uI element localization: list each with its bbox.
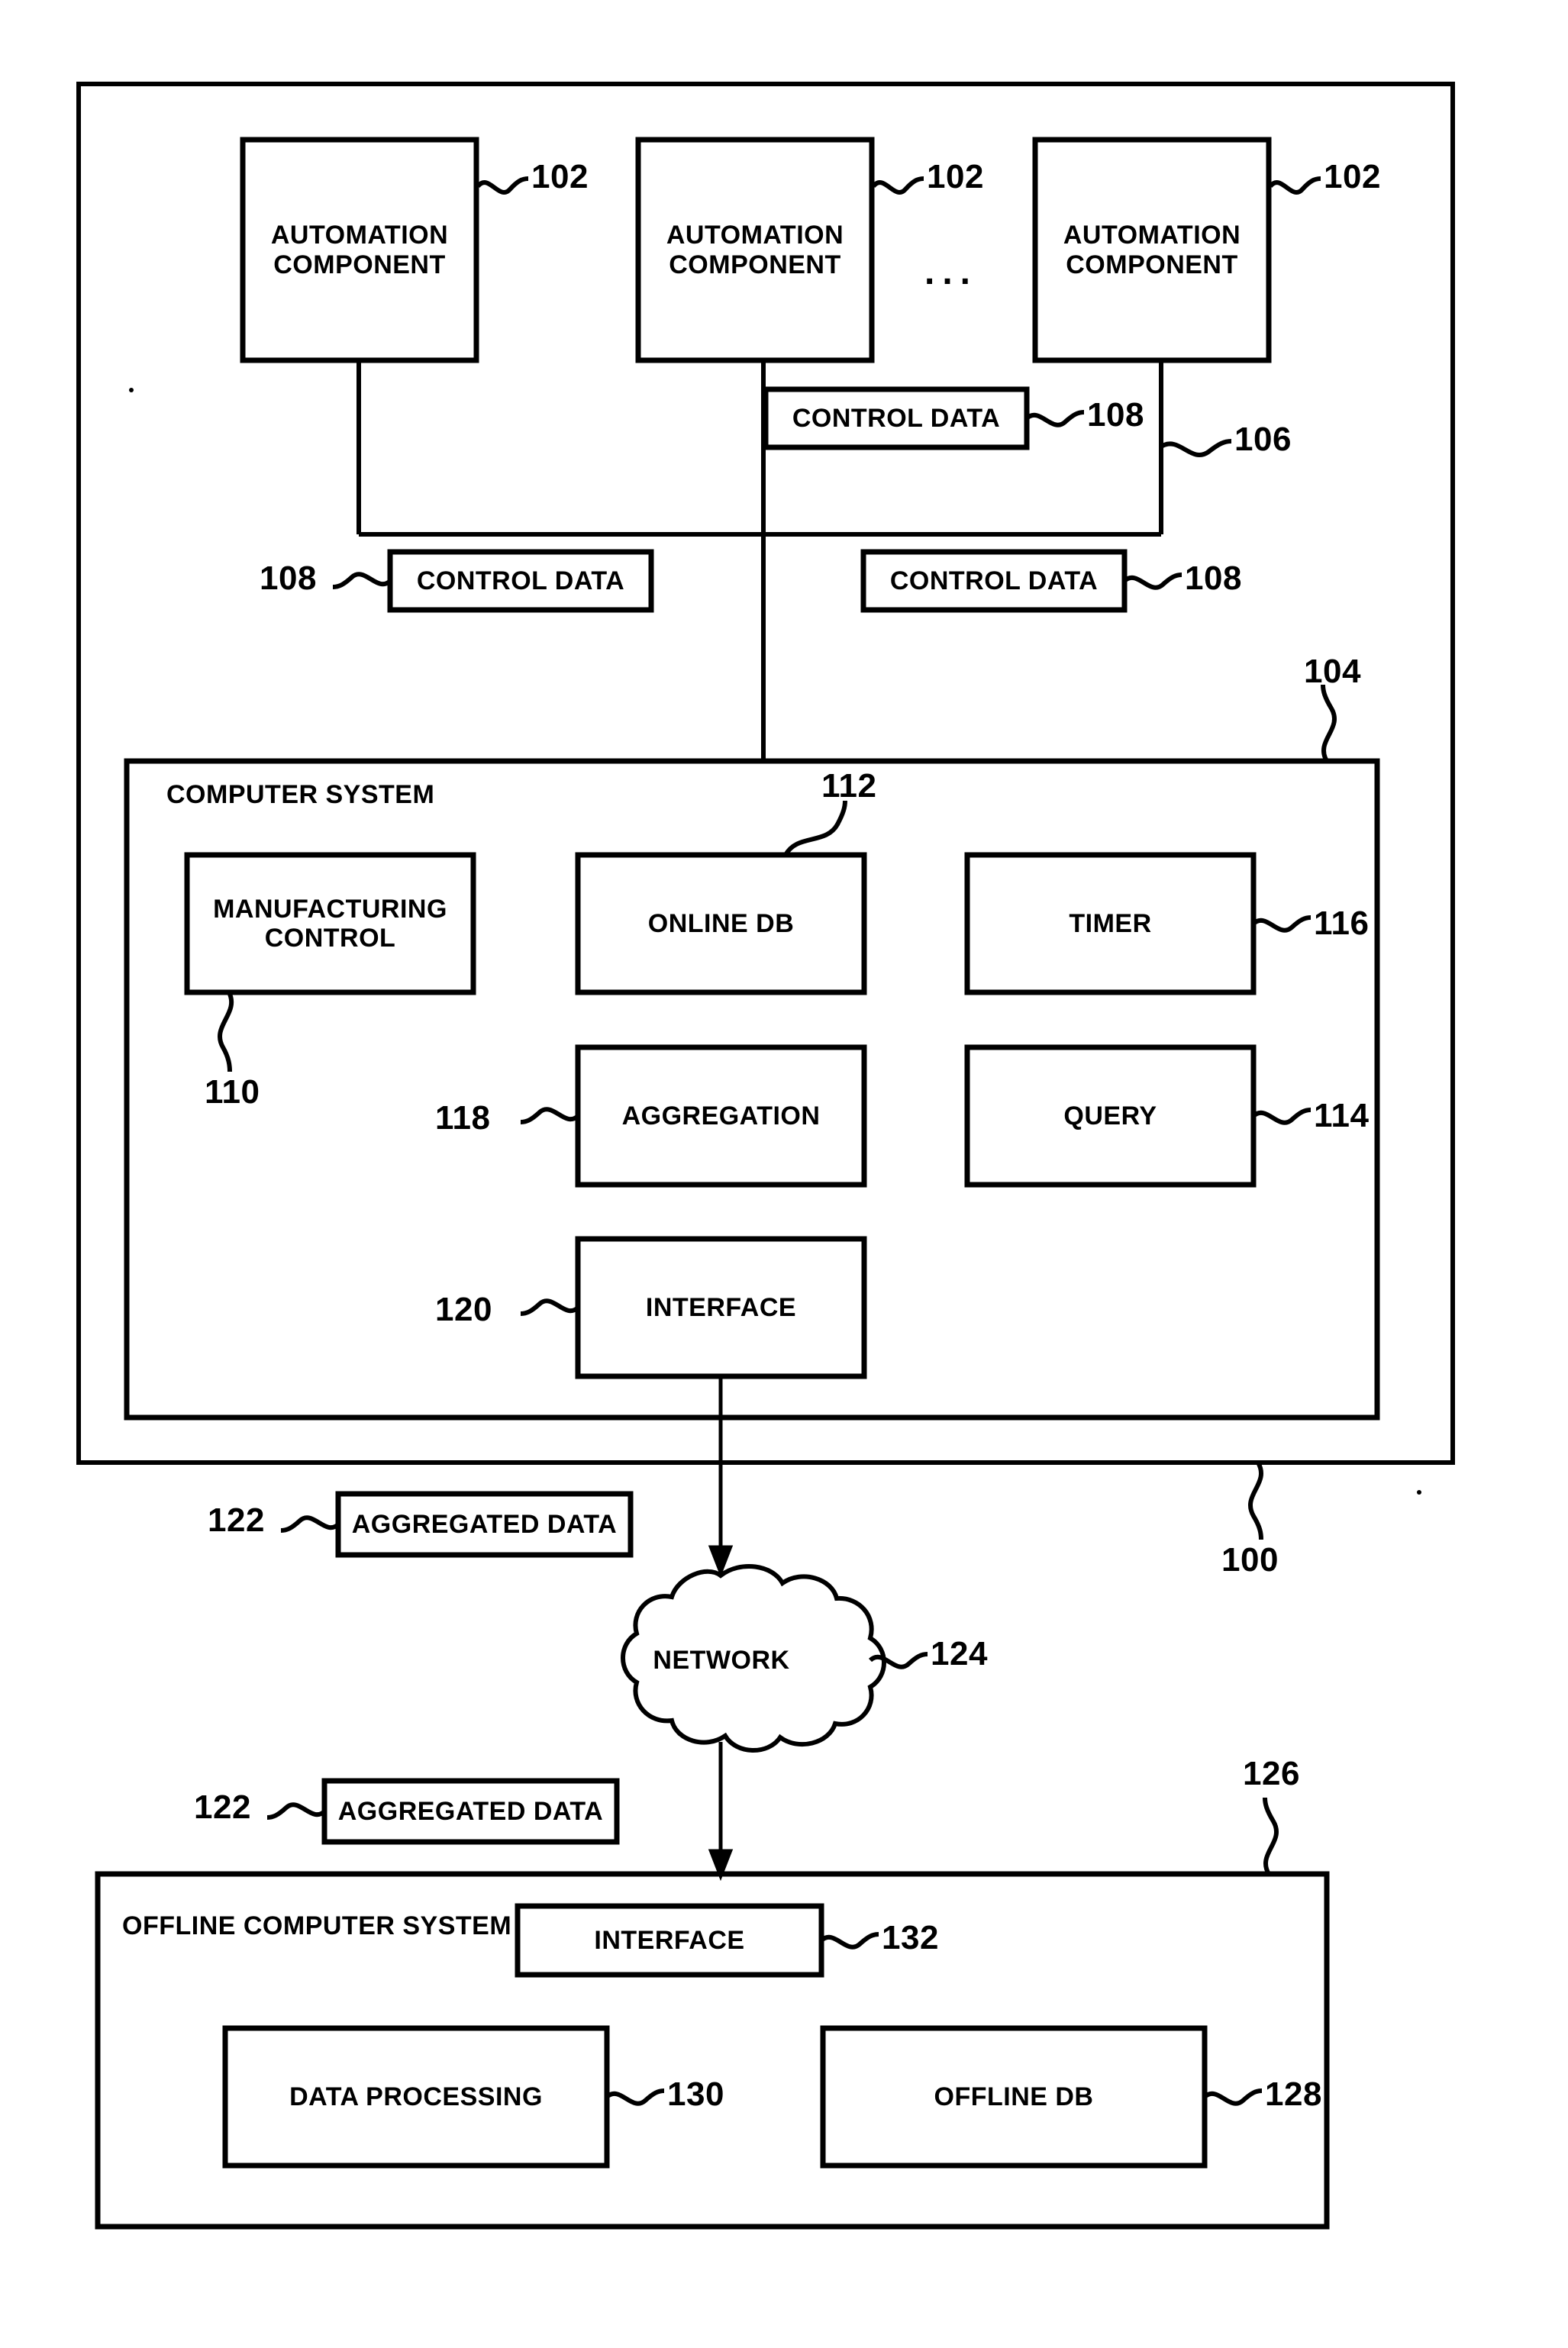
control-data-text-left: CONTROL DATA xyxy=(416,566,625,595)
ref-number-100: 100 xyxy=(1221,1541,1279,1579)
leader-118 xyxy=(520,1107,580,1124)
leader-128 xyxy=(1202,2088,1263,2106)
control-data-label-top: CONTROL DATA xyxy=(766,389,1027,447)
leader-110 xyxy=(218,991,234,1072)
ref-number-130: 130 xyxy=(667,2075,724,2113)
ref-number-122-lower: 122 xyxy=(194,1788,251,1826)
automation-component-label-3: AUTOMATION COMPONENT xyxy=(1035,140,1269,360)
data-processing-label: DATA PROCESSING xyxy=(225,2028,607,2166)
automation-component-text-2: AUTOMATION COMPONENT xyxy=(666,221,844,279)
ref-number-110: 110 xyxy=(205,1073,260,1111)
leader-104 xyxy=(1321,684,1337,763)
online-db-label: ONLINE DB xyxy=(578,855,864,992)
leader-112 xyxy=(783,800,847,856)
aggregated-data-label-upper: AGGREGATED DATA xyxy=(338,1494,631,1555)
offline-db-text: OFFLINE DB xyxy=(934,2082,1094,2111)
online-db-text: ONLINE DB xyxy=(647,908,795,938)
network-text: NETWORK xyxy=(653,1645,790,1675)
automation-component-label-1: AUTOMATION COMPONENT xyxy=(243,140,476,360)
leader-126 xyxy=(1263,1797,1279,1875)
interface-online-text: INTERFACE xyxy=(645,1292,797,1322)
leader-102-2 xyxy=(871,176,924,195)
ref-number-102-3: 102 xyxy=(1324,158,1381,195)
ref-number-126: 126 xyxy=(1243,1755,1300,1792)
ref-number-122-upper: 122 xyxy=(208,1501,265,1539)
offline-computer-system-title: OFFLINE COMPUTER SYSTEM xyxy=(122,1911,512,1940)
manufacturing-control-text: MANUFACTURING CONTROL xyxy=(213,894,447,953)
data-processing-text: DATA PROCESSING xyxy=(289,2082,543,2111)
ref-number-102-2: 102 xyxy=(927,158,984,195)
ref-number-102-1: 102 xyxy=(531,158,589,195)
leader-122-upper xyxy=(280,1515,340,1533)
interface-offline-label: INTERFACE xyxy=(518,1906,821,1975)
aggregated-data-label-lower: AGGREGATED DATA xyxy=(324,1781,617,1842)
manufacturing-control-label: MANUFACTURING CONTROL xyxy=(187,855,473,992)
ref-number-116: 116 xyxy=(1314,905,1370,942)
leader-116 xyxy=(1251,915,1312,933)
leader-100 xyxy=(1248,1461,1263,1540)
leader-132 xyxy=(819,1932,879,1950)
aggregated-data-text-lower: AGGREGATED DATA xyxy=(337,1796,604,1826)
leader-108-top xyxy=(1024,410,1085,427)
control-data-text-right: CONTROL DATA xyxy=(889,566,1099,595)
control-data-text-top: CONTROL DATA xyxy=(792,403,1001,433)
ref-number-124: 124 xyxy=(931,1635,988,1672)
scan-speck-2 xyxy=(1417,1490,1421,1495)
ref-number-106: 106 xyxy=(1234,421,1292,458)
automation-component-text-1: AUTOMATION COMPONENT xyxy=(270,221,449,279)
automation-component-label-2: AUTOMATION COMPONENT xyxy=(638,140,872,360)
timer-label: TIMER xyxy=(967,855,1253,992)
leader-106 xyxy=(1160,439,1232,457)
ref-number-108-top: 108 xyxy=(1087,396,1144,434)
leader-102-1 xyxy=(476,176,529,195)
leader-120 xyxy=(520,1298,580,1316)
ref-number-108-right: 108 xyxy=(1185,560,1242,597)
patent-figure-page: AUTOMATION COMPONENT AUTOMATION COMPONEN… xyxy=(0,0,1568,2348)
interface-offline-text: INTERFACE xyxy=(594,1925,745,1955)
ref-number-108-left: 108 xyxy=(260,560,317,597)
computer-system-title: COMPUTER SYSTEM xyxy=(166,780,435,809)
leader-108-left xyxy=(332,572,392,589)
ref-number-128: 128 xyxy=(1265,2075,1322,2113)
scan-speck-1 xyxy=(129,388,134,392)
timer-text: TIMER xyxy=(1069,908,1152,938)
offline-db-label: OFFLINE DB xyxy=(823,2028,1205,2166)
automation-component-text-3: AUTOMATION COMPONENT xyxy=(1063,221,1241,279)
ref-number-104: 104 xyxy=(1304,653,1361,690)
network-label: NETWORK xyxy=(637,1634,806,1687)
aggregation-label: AGGREGATION xyxy=(578,1047,864,1185)
query-label: QUERY xyxy=(967,1047,1253,1185)
leader-102-3 xyxy=(1268,176,1321,195)
ref-number-120: 120 xyxy=(435,1291,492,1328)
control-data-label-right: CONTROL DATA xyxy=(863,552,1124,610)
leader-108-right xyxy=(1122,572,1182,590)
control-data-label-left: CONTROL DATA xyxy=(390,552,651,610)
interface-online-label: INTERFACE xyxy=(578,1239,864,1376)
leader-122-lower xyxy=(266,1802,327,1820)
query-text: QUERY xyxy=(1063,1101,1157,1130)
leader-114 xyxy=(1251,1108,1312,1125)
ref-number-132: 132 xyxy=(882,1919,939,1956)
ref-number-114: 114 xyxy=(1314,1097,1370,1134)
ref-number-112: 112 xyxy=(821,767,877,805)
leader-130 xyxy=(605,2088,665,2106)
ellipsis-between-components: ... xyxy=(924,252,979,292)
ref-number-118: 118 xyxy=(435,1099,491,1137)
aggregated-data-text-upper: AGGREGATED DATA xyxy=(351,1509,618,1539)
aggregation-text: AGGREGATION xyxy=(621,1101,821,1130)
